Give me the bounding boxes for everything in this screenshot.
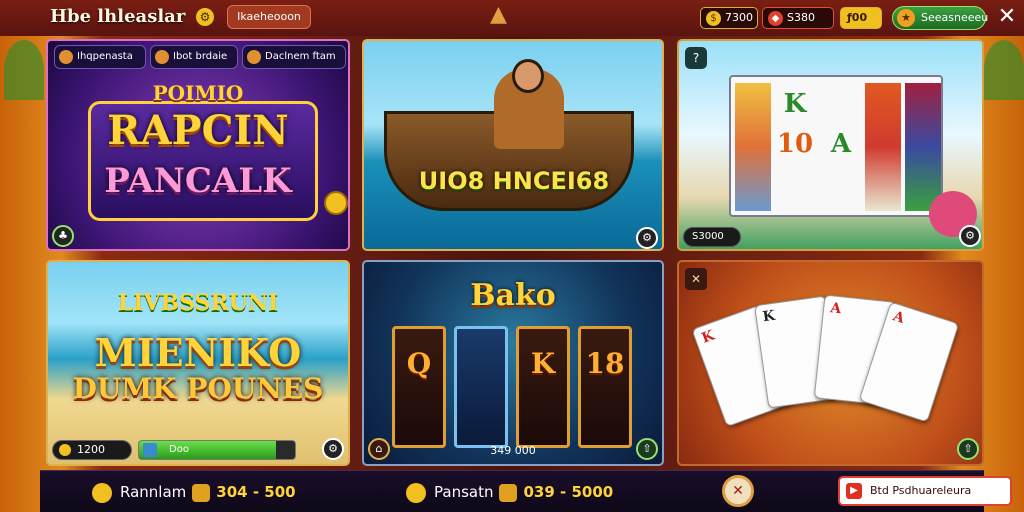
fisherman-head: [512, 59, 544, 93]
jackpot-display: Pansatn 039 - 5000: [406, 481, 613, 503]
jackpot-value: 349 000: [490, 444, 536, 457]
game-title-line1: RAPCIN: [107, 107, 289, 154]
feature-chips: Ihqpenasta Ibot brdaie Daclnem ftam: [54, 45, 346, 69]
reel-symbol: 10: [776, 129, 814, 159]
feature-icon: [247, 50, 261, 64]
gift-icon: ★: [897, 9, 915, 27]
reel: 18: [578, 326, 632, 448]
game-card-1[interactable]: Ihqpenasta Ibot brdaie Daclnem ftam POIM…: [46, 39, 350, 251]
reel-symbol: A: [830, 129, 852, 159]
home-button[interactable]: ⌂: [368, 438, 390, 460]
settings-button[interactable]: ⚙: [322, 438, 344, 460]
game-title-line2: DUMK POUNES: [72, 372, 324, 405]
game-card-2[interactable]: UIO8 HNCEI68 ⚙: [362, 39, 664, 251]
reel-symbol: 18: [585, 347, 625, 380]
lobby-button[interactable]: ✕: [722, 475, 754, 507]
slot-reels: K 10 A: [729, 75, 943, 217]
feature-chip[interactable]: Ibot brdaie: [150, 45, 238, 69]
feature-icon: [59, 50, 73, 64]
game-card-5[interactable]: Bako Q K 18 349 000 ⌂ ⇧: [362, 260, 664, 466]
promo-button[interactable]: ★ Seeasneeeu: [892, 6, 988, 30]
flame-icon: ▲: [490, 2, 507, 27]
progress-bar: Doo: [138, 440, 296, 460]
coin-icon: $: [706, 11, 721, 26]
game-title: Bako: [470, 278, 556, 313]
reel: [454, 326, 508, 448]
favorite-button[interactable]: ♣: [52, 225, 74, 247]
gem-icon: ◆: [768, 11, 783, 26]
reel: K: [516, 326, 570, 448]
reel-column: [735, 83, 771, 211]
balance-pill: 1200: [52, 440, 132, 460]
jackpot-display: Rannlam 304 - 500: [92, 481, 296, 503]
coin-icon: [324, 191, 348, 215]
palm-decoration: [984, 40, 1024, 100]
settings-button[interactable]: ⚙: [636, 227, 658, 249]
star-icon: [499, 483, 518, 502]
feature-chip[interactable]: Ihqpenasta: [54, 45, 146, 69]
gem-balance[interactable]: ◆ S380: [762, 7, 834, 29]
game-card-3[interactable]: ? K 10 A S3000 ⚙: [677, 39, 984, 251]
reel-column: [905, 83, 941, 211]
reel: Q: [392, 326, 446, 448]
game-card-4[interactable]: LIVBSSRUNI MIENIKO DUMK POUNES 1200 Doo …: [46, 260, 350, 466]
play-icon: ▶: [846, 483, 862, 499]
game-subtitle: POIMIO: [152, 81, 244, 105]
feature-chip[interactable]: Daclnem ftam: [242, 45, 346, 69]
tag-chip[interactable]: Ikaeheooon: [227, 5, 311, 29]
cross-icon[interactable]: ✕: [685, 268, 707, 290]
close-icon[interactable]: ✕: [996, 4, 1018, 30]
bottom-bar: Rannlam 304 - 500 Pansatn 039 - 5000 ✕ ▶ Bt…: [40, 470, 1012, 512]
jackpot-value: S3000: [683, 227, 741, 247]
reel-symbol: K: [783, 89, 807, 119]
info-icon[interactable]: ?: [685, 47, 707, 69]
coin-icon: [59, 444, 71, 456]
game-title-line2: PANCALK: [104, 161, 292, 201]
game-subtitle: LIVBSSRUNI: [117, 290, 279, 316]
progress-label: Doo: [169, 444, 189, 455]
app-title: Hbe lhleaslar: [50, 6, 186, 27]
level-badge[interactable]: ƒ00: [840, 7, 882, 29]
feature-icon: [155, 50, 169, 64]
gear-icon[interactable]: ⚙: [196, 8, 214, 26]
coin-balance[interactable]: $7300: [700, 7, 758, 29]
progress-icon: [143, 443, 157, 457]
game-title: UIO8 HNCEI68: [418, 167, 610, 195]
coin-icon: [92, 482, 112, 503]
share-button[interactable]: ⇧: [636, 438, 658, 460]
game-title-line1: MIENIKO: [94, 330, 302, 375]
palm-decoration: [4, 40, 44, 100]
star-icon: [192, 483, 211, 502]
settings-button[interactable]: ⚙: [959, 225, 981, 247]
reel-symbol: K: [530, 347, 556, 380]
coin-icon: [406, 482, 426, 503]
reel-symbol: Q: [406, 347, 432, 380]
reel-column: [865, 83, 901, 211]
game-card-6[interactable]: ✕ K K A A ⇧: [677, 260, 984, 466]
progress-fill: [139, 441, 277, 459]
cta-button[interactable]: ▶ Btd Psdhuareleura: [838, 476, 1012, 506]
share-button[interactable]: ⇧: [957, 438, 979, 460]
